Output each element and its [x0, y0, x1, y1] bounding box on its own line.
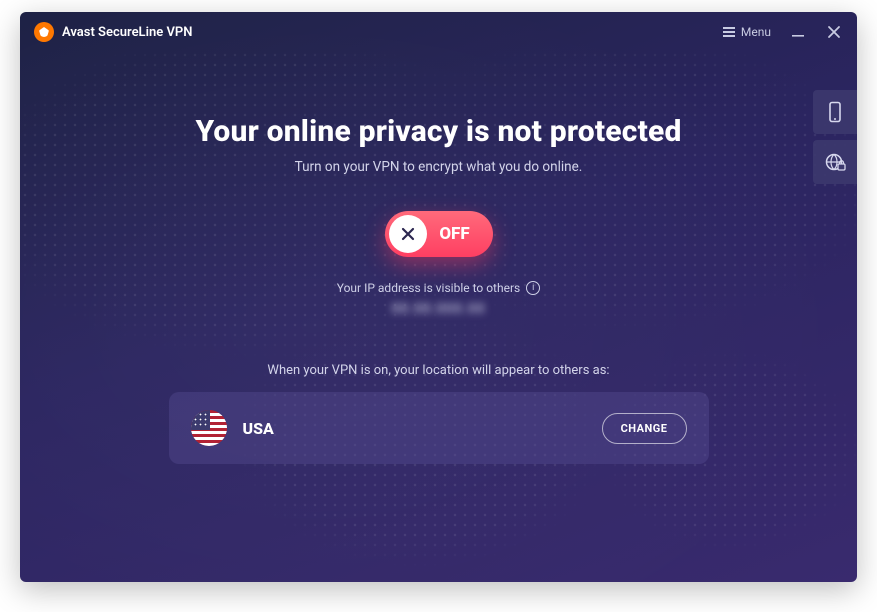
menu-button[interactable]: Menu [723, 25, 771, 39]
hamburger-icon [723, 31, 735, 33]
menu-label: Menu [741, 25, 771, 39]
avast-logo-icon [34, 22, 54, 42]
side-tabs [813, 90, 857, 190]
info-icon[interactable]: i [526, 281, 540, 295]
title-bar: Avast SecureLine VPN Menu [20, 12, 857, 52]
location-note: When your VPN is on, your location will … [20, 363, 857, 378]
app-title: Avast SecureLine VPN [62, 25, 192, 40]
close-button[interactable] [825, 23, 843, 41]
app-window: Avast SecureLine VPN Menu [20, 12, 857, 582]
phone-icon [826, 101, 844, 123]
vpn-toggle[interactable]: OFF [385, 211, 493, 257]
location-country: USA [243, 419, 274, 438]
ip-visible-label: Your IP address is visible to others [337, 281, 520, 295]
page-heading: Your online privacy is not protected [20, 114, 857, 149]
minimize-button[interactable] [789, 23, 807, 41]
change-location-button[interactable]: CHANGE [602, 413, 687, 444]
location-card: USA CHANGE [169, 392, 709, 464]
usa-flag-icon [191, 410, 227, 446]
x-icon [400, 226, 416, 242]
ip-address-obscured: 88.88.888.88 [20, 301, 857, 317]
side-tab-devices[interactable] [813, 90, 857, 134]
toggle-state-label: OFF [427, 224, 489, 244]
page-subheading: Turn on your VPN to encrypt what you do … [20, 159, 857, 175]
minimize-icon [791, 25, 805, 39]
toggle-knob [389, 215, 427, 253]
side-tab-network[interactable] [813, 140, 857, 184]
close-icon [827, 25, 841, 39]
main-content: Your online privacy is not protected Tur… [20, 52, 857, 464]
globe-lock-icon [824, 151, 846, 173]
